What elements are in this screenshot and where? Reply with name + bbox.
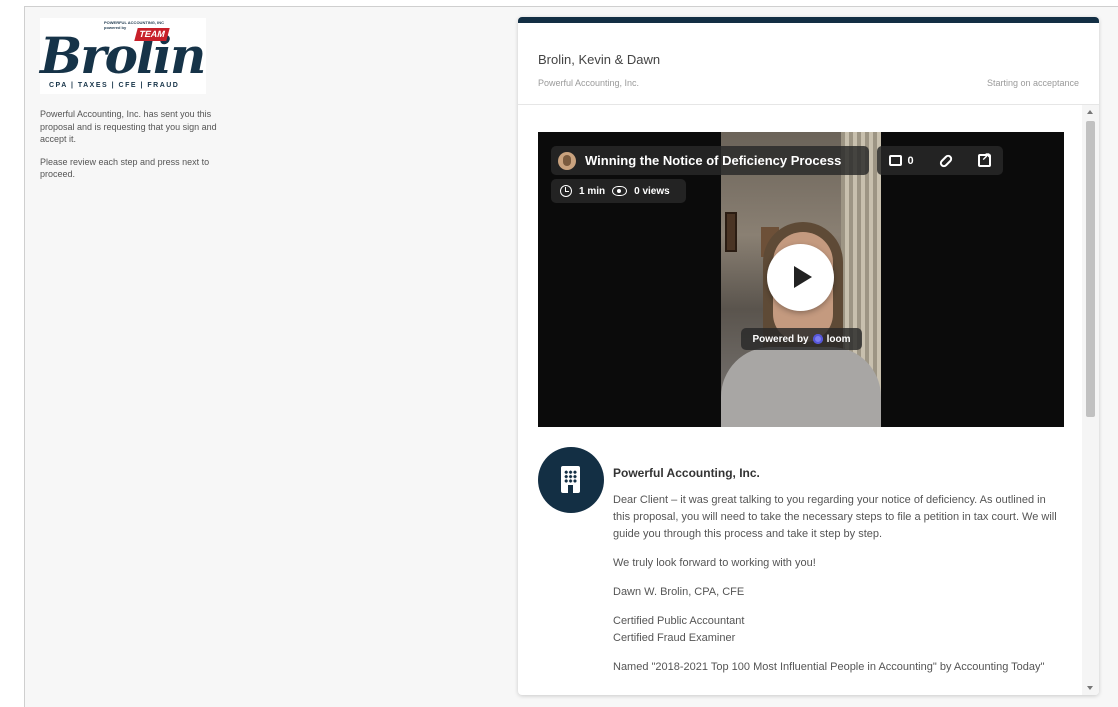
scroll-up-arrow-icon[interactable] (1087, 110, 1093, 114)
powered-by-loom[interactable]: Powered by loom (741, 328, 862, 350)
scrollbar[interactable] (1082, 105, 1099, 695)
logo-team: TEAM (134, 28, 170, 41)
open-external-button[interactable] (977, 150, 991, 167)
proposal-card: Brolin, Kevin & Dawn Powerful Accounting… (518, 17, 1099, 695)
play-button[interactable] (767, 244, 834, 311)
video-actions: 0 (877, 146, 1003, 175)
message-paragraph-2: We truly look forward to working with yo… (613, 557, 816, 569)
video-title-bar[interactable]: Winning the Notice of Deficiency Process (551, 146, 869, 175)
wall-picture (725, 212, 737, 252)
presenter-avatar (558, 151, 576, 170)
logo-tagline: CPA | TAXES | CFE | FRAUD (49, 82, 180, 89)
clock-icon (560, 185, 572, 197)
message-content: Powerful Accounting, Inc. Dear Client – … (613, 465, 1063, 688)
message-from: Powerful Accounting, Inc. (613, 466, 760, 480)
comment-count: 0 (907, 154, 914, 167)
intro-line-2: Please review each step and press next t… (40, 156, 210, 180)
client-name: Brolin, Kevin & Dawn (538, 52, 661, 67)
firm-name: Powerful Accounting, Inc. (538, 78, 640, 88)
scroll-down-arrow-icon[interactable] (1087, 686, 1093, 690)
person-shirt (721, 347, 881, 427)
loom-icon (812, 334, 823, 344)
video-duration: 1 min (579, 185, 606, 197)
comment-icon (889, 155, 903, 166)
video-meta: 1 min 0 views (551, 179, 686, 203)
credential-1: Certified Public Accountant (613, 615, 745, 627)
loom-label: loom (826, 333, 851, 345)
card-header: Brolin, Kevin & Dawn Powerful Accounting… (518, 23, 1099, 105)
company-logo: POWERFUL ACCOUNTING, INC powered by Brol… (40, 18, 206, 94)
message-paragraph-5: Named "2018-2021 Top 100 Most Influentia… (613, 661, 1045, 673)
building-icon (561, 466, 580, 493)
message-paragraph-1: Dear Client – it was great talking to yo… (613, 494, 1057, 540)
left-column: POWERFUL ACCOUNTING, INC powered by Brol… (40, 18, 250, 191)
video-player[interactable]: Winning the Notice of Deficiency Process… (538, 132, 1064, 427)
powered-by-label: Powered by (752, 333, 809, 345)
scroll-thumb[interactable] (1086, 121, 1095, 417)
card-body[interactable]: Winning the Notice of Deficiency Process… (518, 105, 1082, 695)
logo-brand: Brolin (40, 26, 206, 85)
video-title: Winning the Notice of Deficiency Process (585, 153, 842, 168)
message-signature: Dawn W. Brolin, CPA, CFE (613, 586, 745, 598)
credential-2: Certified Fraud Examiner (613, 632, 736, 644)
firm-avatar (538, 447, 604, 513)
intro-text: Powerful Accounting, Inc. has sent you t… (40, 108, 245, 181)
external-link-icon (977, 150, 991, 167)
comments-button[interactable]: 0 (889, 154, 914, 167)
message-credentials: Certified Public Accountant Certified Fr… (613, 613, 1063, 647)
video-views: 0 views (634, 185, 670, 197)
link-icon (937, 152, 954, 169)
intro-line-1: Powerful Accounting, Inc. has sent you t… (40, 109, 217, 144)
eye-icon (612, 186, 628, 196)
start-label: Starting on acceptance (986, 78, 1079, 88)
copy-link-button[interactable] (937, 152, 954, 169)
